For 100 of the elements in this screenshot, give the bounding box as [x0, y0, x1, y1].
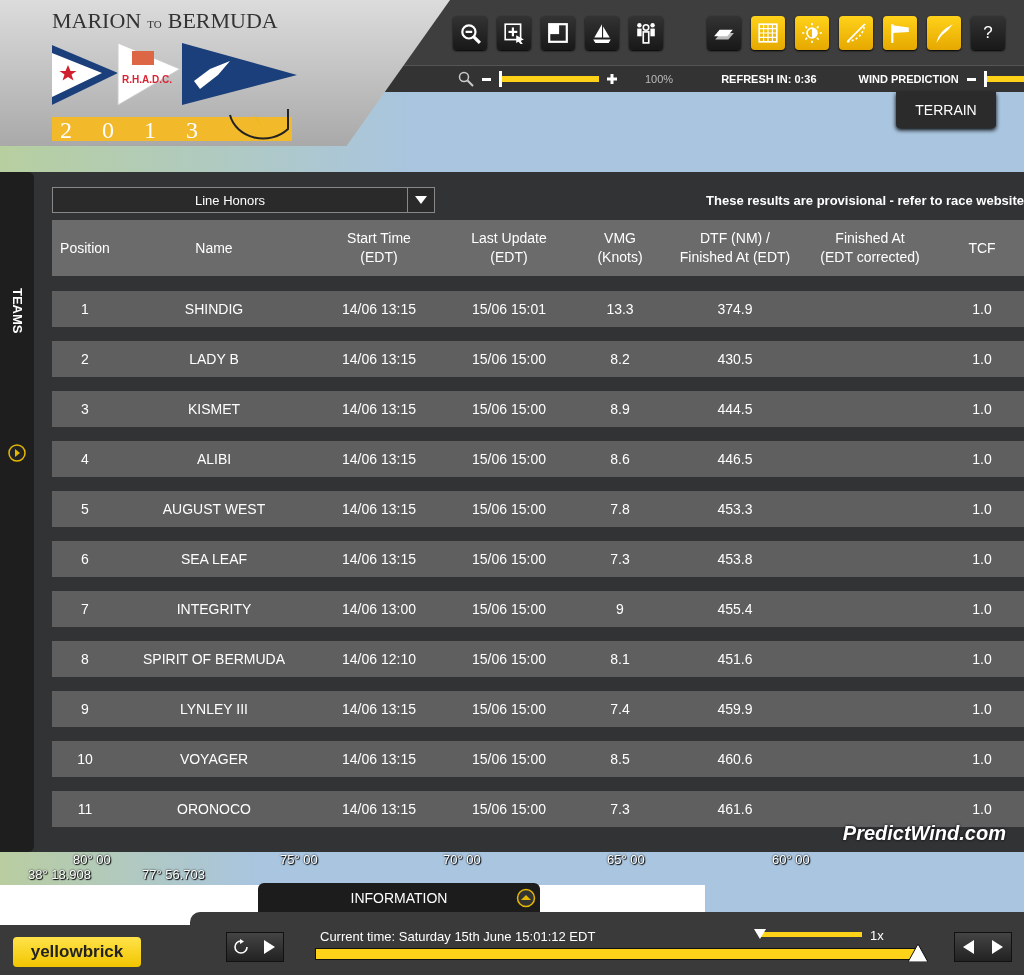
table-cell: 8.5: [610, 751, 630, 767]
table-cell: 15/06 15:00: [472, 501, 546, 517]
table-cell: LYNLEY III: [180, 701, 248, 717]
table-cell: 8.9: [610, 401, 630, 417]
table-cell: 430.5: [717, 351, 753, 367]
table-cell: 455.4: [717, 601, 753, 617]
table-cell: 453.8: [717, 551, 753, 567]
table-cell: 7.3: [610, 801, 630, 817]
logo-title: MARION: [52, 8, 142, 34]
table-cell: 1.0: [972, 651, 992, 667]
table-cell: 15/06 15:00: [472, 601, 546, 617]
play-button[interactable]: [255, 933, 283, 961]
minus-icon: [482, 77, 491, 81]
table-cell: 4: [81, 451, 89, 467]
table-cell: 14/06 13:15: [342, 401, 416, 417]
table-cell: 11: [77, 801, 93, 817]
table-cell: 461.6: [717, 801, 753, 817]
speed-thumb[interactable]: [754, 929, 766, 939]
toolbar-button[interactable]: [839, 15, 873, 50]
speed-label: 1x: [870, 928, 884, 943]
toolbar-button[interactable]: [707, 15, 741, 50]
table-cell: 1.0: [972, 351, 992, 367]
table-cell: ALIBI: [196, 451, 232, 467]
table-cell: 14/06 13:00: [342, 601, 416, 617]
meridian-label: 60° 00: [772, 852, 810, 867]
timeline-thumb[interactable]: [908, 944, 928, 962]
toolbar-button[interactable]: [541, 15, 575, 50]
table-cell: 451.6: [717, 651, 753, 667]
table-cell: 453.3: [717, 501, 753, 517]
table-cell: 14/06 13:15: [342, 801, 416, 817]
table-cell: 3: [81, 401, 89, 417]
toolbar-button[interactable]: [883, 15, 917, 50]
wind-prediction-label: WIND PREDICTION: [858, 73, 959, 85]
pennant-flags-drawing: R.H.A.D.C.: [52, 42, 297, 106]
table-cell: 14/06 13:15: [342, 551, 416, 567]
table-cell: 14/06 12:10: [342, 651, 416, 667]
provisional-notice: These results are provisional - refer to race website: [706, 192, 1024, 208]
table-cell: 14/06 13:15: [342, 351, 416, 367]
table-cell: 15/06 15:00: [472, 551, 546, 567]
table-cell: LADY B: [189, 351, 239, 367]
play-icon: [261, 939, 277, 955]
people-icon: [635, 21, 657, 44]
table-cell: 1.0: [972, 451, 992, 467]
table-cell: 15/06 15:00: [472, 751, 546, 767]
toolbar-button[interactable]: [629, 15, 663, 50]
table-cell: KISMET: [187, 401, 241, 417]
table-cell: 9: [81, 701, 89, 717]
side-tab[interactable]: TEAMS: [0, 172, 34, 852]
magnifier-minus-icon: [459, 21, 481, 44]
predictwind-logo: PredictWind.com: [842, 822, 1006, 845]
table-cell: 8.1: [610, 651, 630, 667]
expand-up-icon: [516, 888, 536, 908]
zoom-box-icon: [503, 21, 525, 44]
zoom-slider[interactable]: [499, 71, 599, 87]
meridian-label: 80° 00: [73, 852, 111, 867]
slider-thumb[interactable]: [983, 71, 987, 87]
toolbar-button[interactable]: [497, 15, 531, 50]
step-back-button[interactable]: [955, 933, 983, 961]
information-tab[interactable]: INFORMATION: [258, 883, 540, 913]
column-header: Name: [195, 239, 233, 256]
table-cell: 15/06 15:00: [472, 651, 546, 667]
table-cell: 15/06 15:00: [472, 401, 546, 417]
logo-title: TO: [147, 17, 162, 32]
table-cell: 7.4: [610, 701, 630, 717]
yellowbrick-button[interactable]: yellowbrick: [13, 937, 141, 967]
current-time: Current time: Saturday 15th June 15:01:12 EDT: [320, 929, 596, 944]
table-cell: 444.5: [717, 401, 753, 417]
column-header: Start Time (EDT): [347, 230, 411, 265]
toolbar-button[interactable]: [453, 15, 487, 50]
toolbar-button[interactable]: [585, 15, 619, 50]
toolbar-button[interactable]: [795, 15, 829, 50]
table-cell: 15/06 15:01: [472, 301, 546, 317]
expand-icon[interactable]: [8, 443, 26, 462]
results-dropdown[interactable]: Line Honors: [52, 187, 435, 213]
table-cell: 14/06 13:15: [342, 751, 416, 767]
toolbar-button[interactable]: [751, 15, 785, 50]
toolbar-button[interactable]: [927, 15, 961, 50]
table-cell: 8: [81, 651, 89, 667]
terrain-button[interactable]: TERRAIN: [896, 92, 996, 128]
table-cell: 15/06 15:00: [472, 701, 546, 717]
table-cell: 1.0: [972, 701, 992, 717]
table-cell: 7.8: [610, 501, 630, 517]
column-header: TCF: [968, 239, 996, 256]
help-button[interactable]: ?: [971, 15, 1005, 50]
slider-thumb[interactable]: [499, 71, 502, 87]
table-cell: 7: [81, 601, 89, 617]
table-cell: SHINDIG: [184, 301, 244, 317]
table-cell: 1.0: [972, 751, 992, 767]
logo-title: BERMUDA: [167, 8, 278, 34]
replay-button[interactable]: [227, 933, 255, 961]
column-header: Last Update (EDT): [471, 230, 547, 265]
table-cell: 1: [81, 301, 89, 317]
table-cell: 14/06 13:15: [342, 501, 416, 517]
table-cell: 8.2: [610, 351, 630, 367]
teams-label[interactable]: TEAMS: [9, 288, 25, 334]
table-cell: 14/06 13:15: [342, 301, 416, 317]
minus-icon: [966, 77, 976, 81]
table-cell: SPIRIT OF BERMUDA: [142, 651, 286, 667]
step-forward-button[interactable]: [983, 933, 1011, 961]
timeline-slider[interactable]: [315, 942, 928, 964]
